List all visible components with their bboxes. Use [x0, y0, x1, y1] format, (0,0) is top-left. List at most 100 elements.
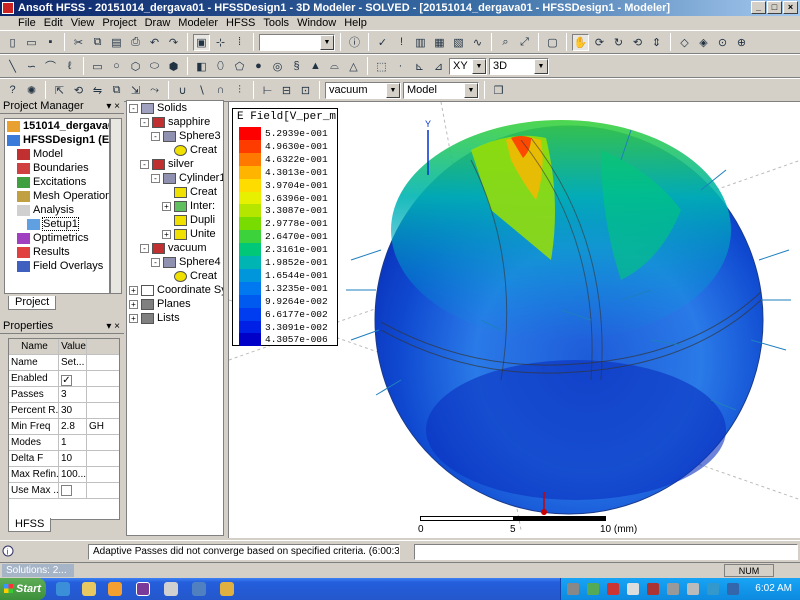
- menu-modeler[interactable]: Modeler: [174, 17, 222, 29]
- collapse-icon[interactable]: -: [151, 173, 160, 183]
- draw-region-icon[interactable]: ⬚: [373, 58, 390, 75]
- property-value[interactable]: Set...: [59, 354, 87, 371]
- draw-cylinder-icon[interactable]: ⬯: [212, 58, 229, 75]
- explorer-icon[interactable]: [82, 582, 96, 596]
- tray-icon-6[interactable]: [667, 583, 679, 595]
- property-value[interactable]: 30: [59, 402, 87, 419]
- select-object-icon[interactable]: ▣: [193, 33, 210, 51]
- property-checkbox[interactable]: ✓: [61, 374, 72, 386]
- material-select[interactable]: vacuum ▼: [325, 81, 401, 99]
- property-value[interactable]: 3: [59, 386, 87, 403]
- ie-icon[interactable]: [56, 582, 70, 596]
- open-icon[interactable]: ▭: [23, 34, 40, 51]
- box-icon[interactable]: ❒: [490, 82, 507, 99]
- scale-icon[interactable]: ⇲: [127, 82, 144, 99]
- unite-tool-icon[interactable]: ∪: [174, 82, 191, 99]
- new-icon[interactable]: ▯: [4, 34, 21, 51]
- zoom-area-icon[interactable]: ⊙: [714, 34, 731, 51]
- zoom-in-out-icon[interactable]: ⇕: [648, 34, 665, 51]
- draw-torus-icon[interactable]: ◎: [269, 58, 286, 75]
- select-face-icon[interactable]: ⊹: [212, 34, 229, 51]
- property-value[interactable]: [59, 482, 87, 499]
- model-tree-item[interactable]: - sapphire: [127, 115, 223, 129]
- property-row[interactable]: Min Freq 2.8 GH: [9, 418, 119, 435]
- project-tree-item[interactable]: HFSSDesign1 (Eige: [5, 133, 109, 147]
- model-tree-item[interactable]: - silver: [127, 157, 223, 171]
- subtract-tool-icon[interactable]: ∖: [193, 82, 210, 99]
- property-row[interactable]: Percent R... 30: [9, 402, 119, 419]
- app-task-3-icon[interactable]: [220, 582, 234, 596]
- tray-icon-2[interactable]: [587, 583, 599, 595]
- mirror-icon[interactable]: ⇋: [89, 82, 106, 99]
- draw-line-icon[interactable]: ╲: [4, 58, 21, 75]
- model-tree-item[interactable]: - Cylinder1: [127, 171, 223, 185]
- model-tree-item[interactable]: Creat: [127, 143, 223, 157]
- model-tree-item[interactable]: - vacuum: [127, 241, 223, 255]
- collapse-icon[interactable]: -: [151, 257, 160, 267]
- property-row[interactable]: Delta F 10: [9, 450, 119, 467]
- project-tree-item[interactable]: Boundaries: [5, 161, 109, 175]
- fit-icon[interactable]: ▢: [544, 34, 561, 51]
- rotate-around-icon[interactable]: ↻: [610, 34, 627, 51]
- media-icon[interactable]: [108, 582, 122, 596]
- model-tree-item[interactable]: - Solids: [127, 101, 223, 115]
- zoom-icon[interactable]: ⌕: [497, 34, 514, 51]
- expand-icon[interactable]: +: [129, 313, 138, 323]
- project-tree-item[interactable]: Optimetrics: [5, 231, 109, 245]
- dimension-select[interactable]: 3D ▼: [489, 57, 549, 75]
- redo-icon[interactable]: ↷: [165, 34, 182, 51]
- tab-project[interactable]: Project: [8, 296, 57, 310]
- network-icon[interactable]: [727, 583, 739, 595]
- plane-select[interactable]: XY ▼: [449, 57, 487, 75]
- help-icon[interactable]: ?: [4, 82, 21, 99]
- pan-zoom-icon[interactable]: ⤢: [516, 34, 533, 51]
- wave-icon[interactable]: ∿: [469, 34, 486, 51]
- property-value[interactable]: 1: [59, 434, 87, 451]
- collapse-icon[interactable]: -: [129, 103, 138, 113]
- draw-helix-icon[interactable]: §: [288, 58, 305, 75]
- draw-arc-icon[interactable]: ⌒: [42, 58, 59, 75]
- property-checkbox[interactable]: [61, 484, 72, 496]
- project-tree-item[interactable]: Excitations: [5, 175, 109, 189]
- draw-circle-icon[interactable]: ○: [108, 58, 125, 75]
- menu-edit[interactable]: Edit: [40, 17, 67, 29]
- minimize-button[interactable]: _: [751, 1, 766, 14]
- expand-icon[interactable]: +: [129, 285, 138, 295]
- pan-hand-icon[interactable]: ✋: [572, 33, 589, 51]
- project-tree-item[interactable]: Setup1: [5, 217, 109, 231]
- property-row[interactable]: Use Max ...: [9, 482, 119, 499]
- app-task-2-icon[interactable]: [192, 582, 206, 596]
- menu-project[interactable]: Project: [98, 17, 140, 29]
- duplicate-icon[interactable]: ⧉: [108, 82, 125, 99]
- model-tree-item[interactable]: + Planes: [127, 297, 223, 311]
- collapse-icon[interactable]: -: [140, 159, 149, 169]
- property-value[interactable]: 100...: [59, 466, 87, 483]
- project-tree-item[interactable]: Mesh Operations: [5, 189, 109, 203]
- relative-cs-icon[interactable]: ⊾: [411, 58, 428, 75]
- app-task-1-icon[interactable]: [164, 582, 178, 596]
- menu-hfss[interactable]: HFSS: [222, 17, 259, 29]
- model-tree-item[interactable]: + Lists: [127, 311, 223, 325]
- draw-box-icon[interactable]: ◧: [193, 58, 210, 75]
- model-tree-item[interactable]: + Inter:: [127, 199, 223, 213]
- project-tree-item[interactable]: Results: [5, 245, 109, 259]
- print-icon[interactable]: ⎙: [127, 34, 144, 51]
- face-cs-icon[interactable]: ⊿: [430, 58, 447, 75]
- ruler-icon[interactable]: ⊟: [278, 82, 295, 99]
- save-icon[interactable]: ▪: [42, 34, 59, 51]
- draw-bondwire-icon[interactable]: ⌓: [326, 58, 343, 75]
- hfss-logo-icon[interactable]: ✺: [23, 82, 40, 99]
- menu-view[interactable]: View: [67, 17, 99, 29]
- property-row[interactable]: Modes 1: [9, 434, 119, 451]
- collapse-icon[interactable]: -: [140, 117, 149, 127]
- menu-file[interactable]: File: [14, 17, 40, 29]
- snap-icon[interactable]: ⊡: [297, 82, 314, 99]
- property-row[interactable]: Name Set...: [9, 354, 119, 371]
- draw-sphere-icon[interactable]: ●: [250, 58, 267, 75]
- project-tree-item[interactable]: Model: [5, 147, 109, 161]
- draw-cone-icon[interactable]: ▲: [307, 58, 324, 75]
- model-tree-item[interactable]: Creat: [127, 185, 223, 199]
- view-front-icon[interactable]: ⊕: [733, 34, 750, 51]
- view-mode-select[interactable]: Model ▼: [403, 81, 479, 99]
- property-value[interactable]: 10: [59, 450, 87, 467]
